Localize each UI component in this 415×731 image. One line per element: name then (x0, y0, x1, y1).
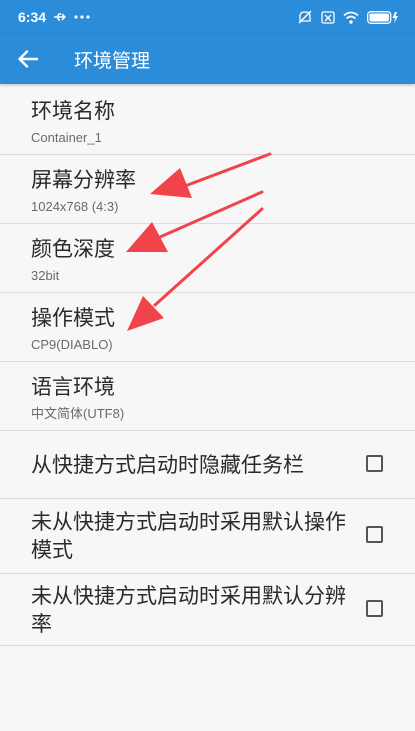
setting-value: 32bit (31, 268, 60, 283)
setting-default-resolution[interactable]: 未从快捷方式启动时采用默认分辨率 (0, 574, 415, 646)
checkbox-label: 从快捷方式启动时隐藏任务栏 (31, 452, 304, 477)
sim-icon (321, 10, 335, 24)
setting-value: 中文简体(UTF8) (31, 406, 125, 421)
setting-title: 屏幕分辨率 (31, 168, 136, 192)
setting-value: CP9(DIABLO) (31, 337, 113, 352)
status-left: 6:34 (18, 9, 90, 25)
setting-operation-mode[interactable]: 操作模式 CP9(DIABLO) (0, 293, 415, 362)
status-right (297, 10, 399, 24)
status-time: 6:34 (18, 9, 47, 25)
setting-hide-taskbar[interactable]: 从快捷方式启动时隐藏任务栏 (0, 431, 415, 499)
checkbox-label: 未从快捷方式启动时采用默认分辨率 (31, 583, 346, 636)
checkbox-label: 未从快捷方式启动时采用默认操作模式 (31, 510, 346, 562)
status-bar: 6:34 (0, 0, 415, 34)
settings-list: 环境名称 Container_1 屏幕分辨率 1024x768 (4:3) 颜色… (0, 86, 415, 646)
wifi-icon (343, 11, 359, 24)
battery-icon (367, 10, 398, 24)
back-button[interactable] (0, 34, 56, 84)
app-bar: 环境管理 (0, 34, 415, 84)
setting-value: 1024x768 (4:3) (31, 199, 119, 214)
setting-value: Container_1 (31, 130, 102, 145)
setting-default-operation-mode[interactable]: 未从快捷方式启动时采用默认操作模式 (0, 499, 415, 574)
default-resolution-checkbox[interactable] (366, 599, 383, 617)
default-operation-mode-checkbox[interactable] (366, 526, 383, 543)
arrow-back-icon (18, 50, 38, 68)
usb-icon (54, 13, 67, 21)
setting-title: 颜色深度 (31, 237, 115, 261)
setting-title: 操作模式 (31, 306, 115, 330)
mute-icon (298, 10, 312, 24)
more-dots-icon (74, 15, 90, 19)
setting-title: 环境名称 (31, 99, 115, 123)
setting-title: 语言环境 (31, 375, 115, 399)
setting-language[interactable]: 语言环境 中文简体(UTF8) (0, 362, 415, 431)
page-title: 环境管理 (74, 49, 151, 72)
setting-container-name[interactable]: 环境名称 Container_1 (0, 86, 415, 155)
setting-color-depth[interactable]: 颜色深度 32bit (0, 224, 415, 293)
hide-taskbar-checkbox[interactable] (366, 454, 383, 472)
setting-screen-resolution[interactable]: 屏幕分辨率 1024x768 (4:3) (0, 155, 415, 224)
